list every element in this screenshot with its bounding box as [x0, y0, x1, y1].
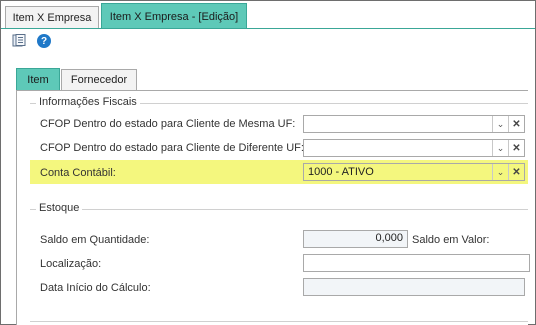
tab-item-x-empresa-edicao-label: Item X Empresa - [Edição] [109, 10, 239, 23]
fiscal-group-title: Informações Fiscais [36, 96, 140, 108]
report-icon[interactable] [12, 34, 26, 47]
localizacao-label: Localização: [40, 258, 102, 270]
tab-item-x-empresa-label: Item X Empresa [12, 11, 92, 24]
saldo-quantidade-field[interactable]: 0,000 [303, 230, 408, 248]
tab-item-x-empresa-edicao[interactable]: Item X Empresa - [Edição] [101, 3, 247, 29]
estoque-group-line [30, 209, 528, 210]
clear-icon[interactable]: ✕ [508, 140, 524, 156]
cfop-diferente-uf-label: CFOP Dentro do estado para Cliente de Di… [40, 142, 304, 154]
tab-item-x-empresa[interactable]: Item X Empresa [5, 6, 99, 28]
chevron-down-icon[interactable]: ⌄ [492, 116, 508, 132]
help-icon-glyph: ? [40, 35, 48, 47]
next-group-line [30, 321, 528, 322]
estoque-group-title: Estoque [36, 202, 83, 214]
data-inicio-calculo-field[interactable] [303, 278, 525, 296]
subtab-fornecedor-label: Fornecedor [70, 74, 128, 86]
localizacao-field[interactable] [303, 254, 530, 272]
subtab-item[interactable]: Item [16, 68, 60, 91]
conta-contabil-combo[interactable]: 1000 - ATIVO ⌄ ✕ [303, 163, 525, 181]
saldo-quantidade-label: Saldo em Quantidade: [40, 234, 150, 246]
chevron-down-icon[interactable]: ⌄ [492, 164, 508, 180]
cfop-mesma-uf-combo[interactable]: ⌄ ✕ [303, 115, 525, 133]
clear-icon[interactable]: ✕ [508, 116, 524, 132]
subtab-fornecedor[interactable]: Fornecedor [61, 69, 137, 90]
tab-strip-underline [1, 28, 535, 29]
saldo-valor-label: Saldo em Valor: [412, 234, 490, 246]
subtab-item-label: Item [27, 74, 49, 86]
clear-icon[interactable]: ✕ [508, 164, 524, 180]
cfop-mesma-uf-label: CFOP Dentro do estado para Cliente de Me… [40, 118, 296, 130]
conta-contabil-value: 1000 - ATIVO [308, 166, 374, 178]
help-icon[interactable]: ? [37, 34, 51, 48]
data-inicio-calculo-label: Data Início do Cálculo: [40, 282, 151, 294]
conta-contabil-label: Conta Contábil: [40, 167, 116, 179]
chevron-down-icon[interactable]: ⌄ [492, 140, 508, 156]
cfop-diferente-uf-combo[interactable]: ⌄ ✕ [303, 139, 525, 157]
